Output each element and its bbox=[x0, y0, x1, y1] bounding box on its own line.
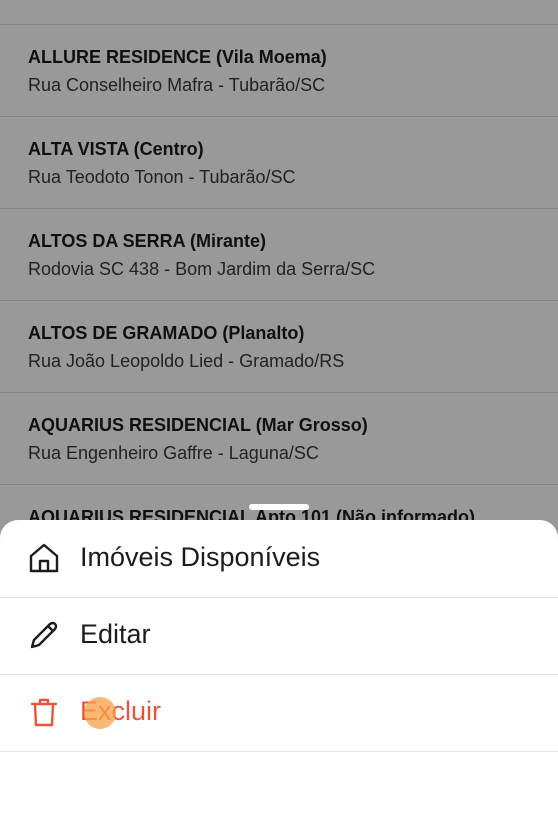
edit-button[interactable]: Editar bbox=[0, 597, 558, 675]
sheet-grabber[interactable] bbox=[249, 504, 309, 510]
edit-label: Editar bbox=[80, 619, 151, 649]
available-properties-button[interactable]: Imóveis Disponíveis bbox=[0, 520, 558, 598]
available-properties-label: Imóveis Disponíveis bbox=[80, 542, 321, 572]
touch-indicator bbox=[84, 697, 116, 729]
trash-icon bbox=[28, 696, 60, 728]
action-sheet: Imóveis Disponíveis Editar Excluir bbox=[0, 520, 558, 825]
home-icon bbox=[28, 542, 60, 574]
pencil-icon bbox=[28, 619, 60, 651]
